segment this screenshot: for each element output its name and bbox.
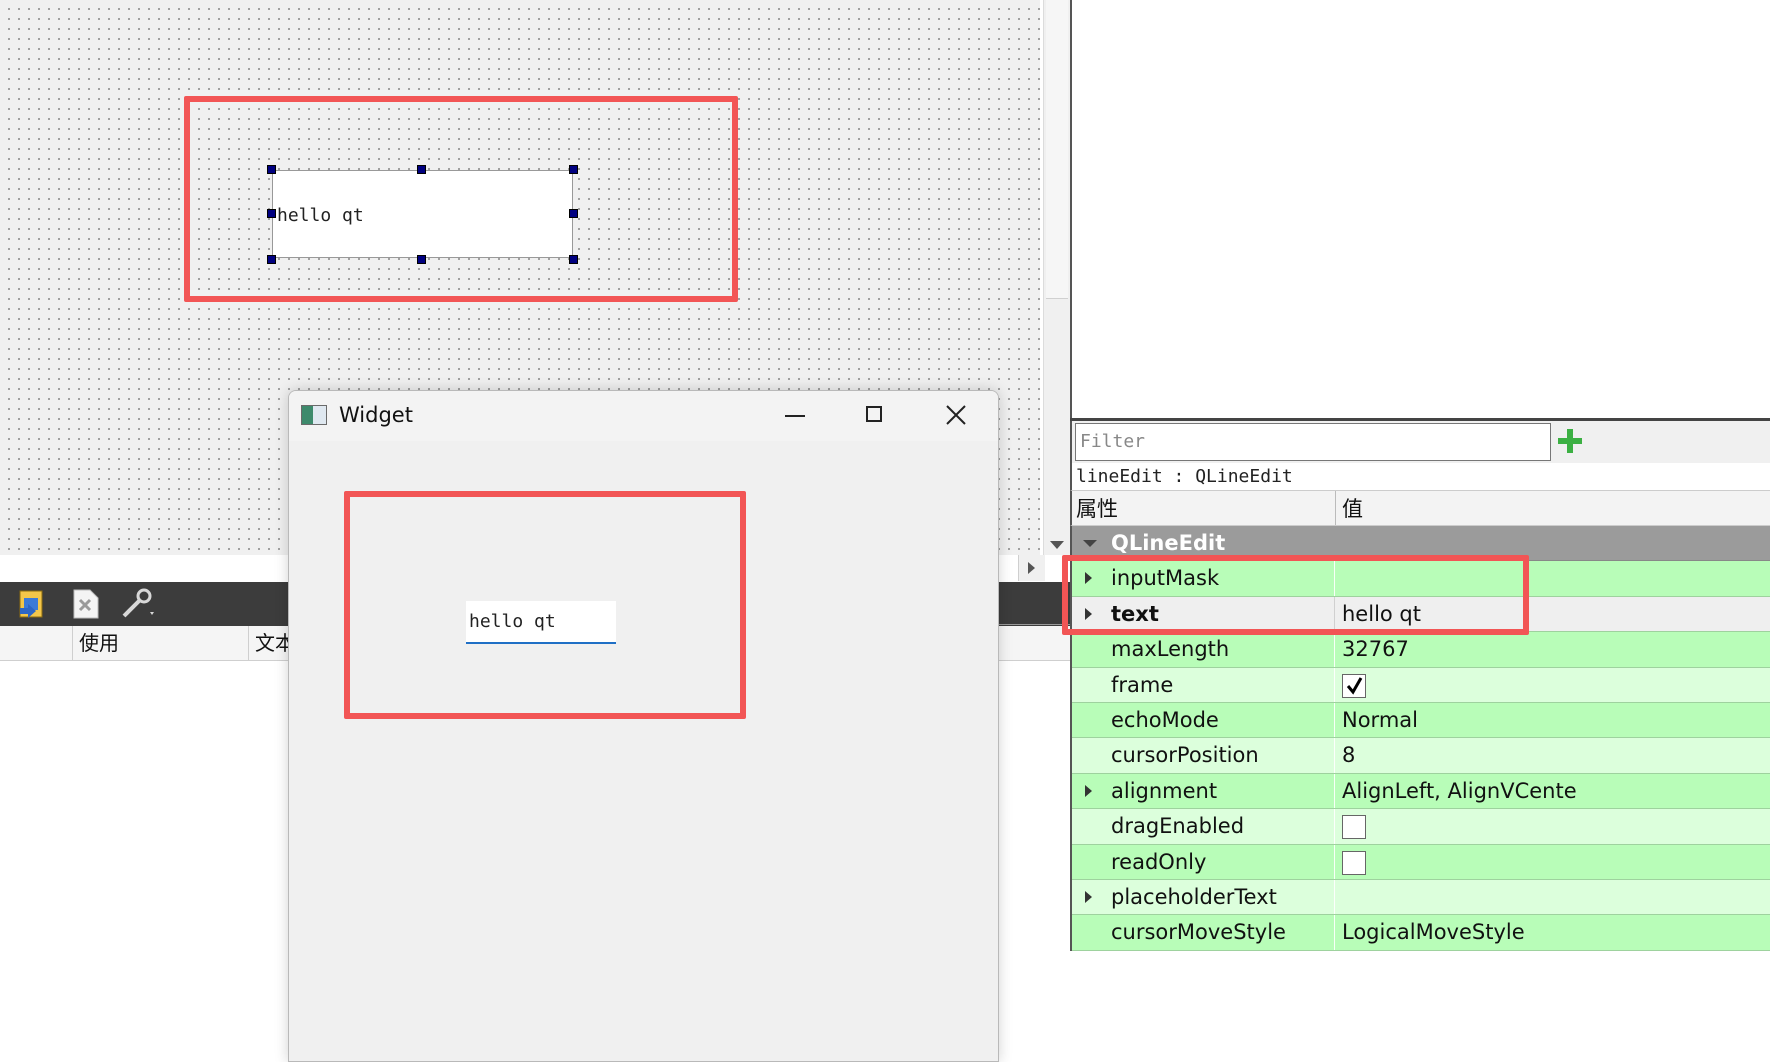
column-divider <box>1334 809 1335 844</box>
property-name: cursorMoveStyle <box>1111 920 1286 945</box>
column-divider <box>1334 667 1335 702</box>
object-inspector-area[interactable] <box>1070 0 1770 418</box>
column-header-used[interactable]: 使用 <box>72 626 249 660</box>
property-name: cursorPosition <box>1111 743 1259 768</box>
expand-arrow-icon[interactable] <box>1085 784 1092 797</box>
property-value[interactable]: 8 <box>1342 738 1355 773</box>
window-title: Widget <box>339 403 413 427</box>
property-value[interactable]: LogicalMoveStyle <box>1342 915 1525 950</box>
highlight-box-runtime <box>344 491 746 719</box>
column-divider <box>1334 879 1335 915</box>
property-value[interactable]: 32767 <box>1342 632 1409 667</box>
column-divider <box>1334 773 1335 809</box>
dragenabled-checkbox[interactable] <box>1342 815 1366 840</box>
selected-object-label: lineEdit : QLineEdit <box>1070 463 1770 490</box>
scroll-right-button[interactable] <box>1018 555 1045 581</box>
header-divider <box>1335 491 1336 525</box>
configure-icon[interactable] <box>120 588 154 620</box>
property-row-cursorposition[interactable]: cursorPosition 8 <box>1072 738 1770 774</box>
property-name: dragEnabled <box>1111 814 1245 839</box>
property-name: placeholderText <box>1111 884 1277 909</box>
highlight-box-designer <box>184 96 738 302</box>
property-row-frame[interactable]: frame <box>1072 667 1770 703</box>
column-divider <box>1334 844 1335 879</box>
header-property[interactable]: 属性 <box>1076 491 1118 525</box>
window-titlebar[interactable]: Widget <box>289 391 998 441</box>
property-name: readOnly <box>1111 849 1207 874</box>
property-name: alignment <box>1111 778 1218 803</box>
expand-arrow-icon[interactable] <box>1085 890 1092 903</box>
property-name: maxLength <box>1111 637 1230 662</box>
app-window-icon <box>301 405 327 425</box>
checkmark-icon <box>1346 676 1363 695</box>
property-value[interactable]: Normal <box>1342 703 1418 738</box>
column-divider <box>1334 632 1335 667</box>
add-dynamic-property-icon[interactable] <box>1558 429 1582 453</box>
highlight-box-properties <box>1062 555 1529 635</box>
close-icon <box>946 405 966 425</box>
property-name: frame <box>1111 672 1174 697</box>
close-button[interactable] <box>915 391 995 441</box>
property-row-cursormovestyle[interactable]: cursorMoveStyle LogicalMoveStyle <box>1072 915 1770 951</box>
column-divider <box>1334 915 1335 950</box>
canvas-vertical-scrollbar[interactable] <box>1043 0 1071 555</box>
header-value[interactable]: 值 <box>1342 491 1363 525</box>
property-name: echoMode <box>1111 707 1219 732</box>
property-row-readonly[interactable]: readOnly <box>1072 844 1770 880</box>
property-row-echomode[interactable]: echoMode Normal <box>1072 702 1770 739</box>
property-row-dragenabled[interactable]: dragEnabled <box>1072 809 1770 845</box>
divider <box>997 624 1070 625</box>
property-row-placeholdertext[interactable]: placeholderText <box>1072 879 1770 916</box>
property-row-maxlength[interactable]: maxLength 32767 <box>1072 632 1770 668</box>
property-row-alignment[interactable]: alignment AlignLeft, AlignVCente <box>1072 773 1770 810</box>
frame-checkbox[interactable] <box>1342 673 1366 698</box>
new-action-icon[interactable] <box>16 588 48 620</box>
delete-action-icon[interactable] <box>70 588 102 620</box>
property-filter-row: Filter <box>1070 421 1770 463</box>
collapse-arrow-icon[interactable] <box>1083 540 1097 547</box>
readonly-checkbox[interactable] <box>1342 850 1366 875</box>
scrollbar-thumb[interactable] <box>1046 0 1068 299</box>
scroll-right-arrow-icon <box>1028 562 1035 574</box>
column-divider <box>1334 702 1335 738</box>
property-table-header: 属性 值 <box>1070 490 1770 526</box>
property-filter-input[interactable]: Filter <box>1075 423 1551 461</box>
maximize-button[interactable] <box>833 391 913 441</box>
minimize-button[interactable] <box>753 391 833 441</box>
property-value[interactable]: AlignLeft, AlignVCente <box>1342 774 1577 809</box>
scroll-down-arrow-icon[interactable] <box>1050 541 1064 549</box>
column-divider <box>1334 738 1335 773</box>
